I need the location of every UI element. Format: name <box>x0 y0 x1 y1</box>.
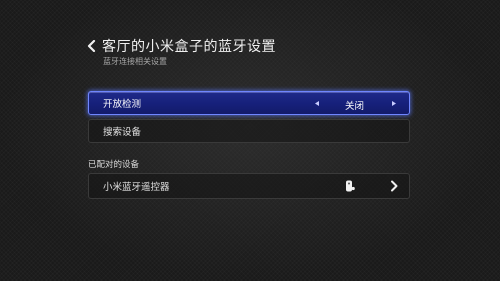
paired-device-label: 小米蓝牙遥控器 <box>103 182 170 193</box>
paired-devices-heading: 已配对的设备 <box>88 160 140 170</box>
open-detection-value: 关闭 <box>345 101 365 112</box>
value-right-arrow-icon[interactable] <box>392 101 396 106</box>
remote-control-icon <box>346 180 355 192</box>
open-detection-label: 开放检测 <box>103 99 142 110</box>
back-arrow-icon[interactable] <box>86 40 98 52</box>
page-subtitle: 蓝牙连接相关设置 <box>103 57 167 66</box>
paired-device-row[interactable]: 小米蓝牙遥控器 <box>88 173 410 199</box>
value-left-arrow-icon[interactable] <box>315 101 319 106</box>
chevron-right-icon[interactable] <box>389 180 399 192</box>
search-devices-label: 搜索设备 <box>103 127 142 138</box>
search-devices-row[interactable]: 搜索设备 <box>88 119 410 143</box>
page-title: 客厅的小米盒子的蓝牙设置 <box>102 39 276 55</box>
open-detection-row[interactable]: 开放检测 关闭 <box>88 91 410 115</box>
